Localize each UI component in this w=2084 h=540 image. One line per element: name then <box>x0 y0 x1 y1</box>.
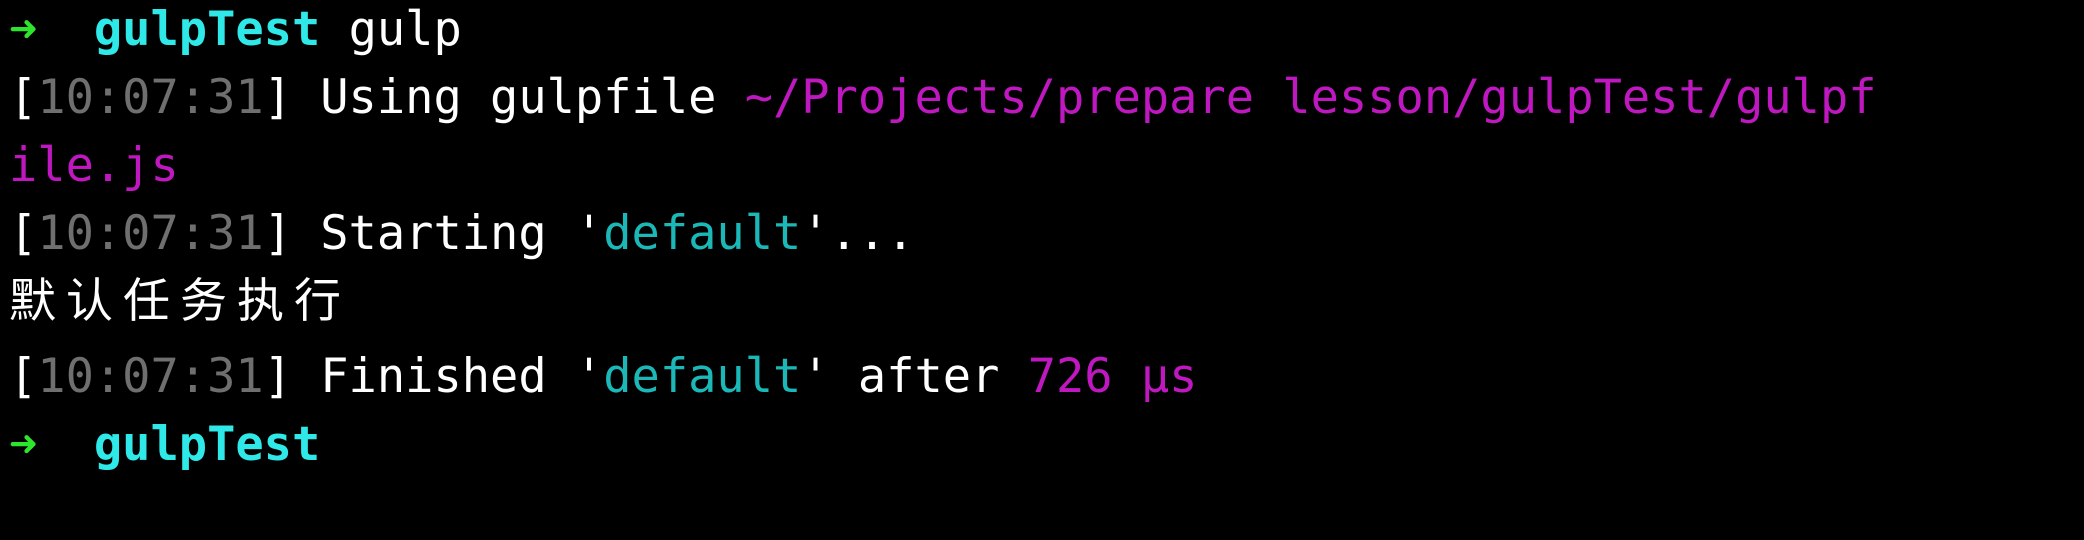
log-timestamp: 10:07:31 <box>37 206 264 261</box>
log-line-finished: [10:07:31] Finished 'default' after 726 … <box>9 349 1198 404</box>
log-line-starting: [10:07:31] Starting 'default'... <box>9 206 915 261</box>
log-finished-text: Finished ' <box>320 349 604 404</box>
prompt-directory: gulpTest <box>93 417 321 472</box>
prompt-arrow-icon: ➜ <box>9 417 38 472</box>
prompt-arrow-icon: ➜ <box>9 2 38 57</box>
log-after-text: ' after <box>801 349 1000 404</box>
task-output-line: 默认任务执行 <box>9 274 351 329</box>
prompt-line: ➜ gulpTest gulp <box>9 0 462 64</box>
gulpfile-path-continued: ile.js <box>9 138 179 193</box>
prompt-command: gulp <box>348 2 462 57</box>
log-starting-text: Starting ' <box>320 206 604 261</box>
gulpfile-path: ~/Projects/prepare lesson/gulpTest/gulpf <box>744 70 1877 125</box>
log-timestamp: 10:07:31 <box>37 70 264 125</box>
task-name: default <box>603 349 802 404</box>
log-using-gulpfile-text: Using gulpfile <box>320 70 717 125</box>
log-timestamp: 10:07:31 <box>37 349 264 404</box>
log-line-path-wrap: ile.js <box>9 132 179 200</box>
log-line-using-gulpfile: [10:07:31] Using gulpfile ~/Projects/pre… <box>9 70 1877 125</box>
prompt-directory: gulpTest <box>93 2 321 57</box>
log-starting-suffix: '... <box>801 206 915 261</box>
task-name: default <box>603 206 802 261</box>
task-duration: 726 μs <box>1027 349 1198 404</box>
prompt-line-current[interactable]: ➜ gulpTest <box>9 411 320 479</box>
terminal-window[interactable]: ➜ gulpTest gulp [10:07:31] Using gulpfil… <box>0 0 2084 540</box>
